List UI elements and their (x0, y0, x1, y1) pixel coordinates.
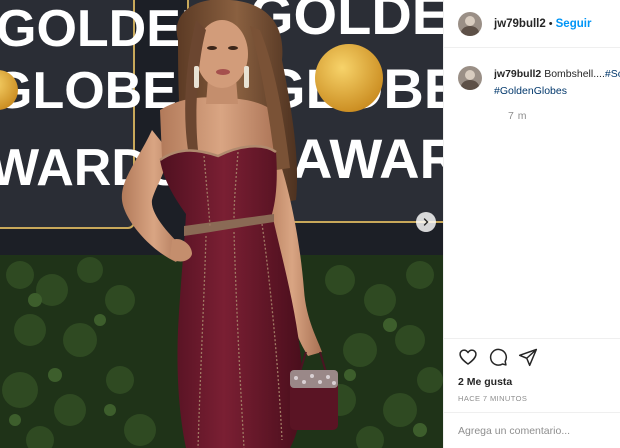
avatar[interactable] (458, 11, 482, 36)
post-side-panel: jw79bull2 • Seguir jw79bull2 Bombshell..… (443, 0, 620, 448)
heart-icon[interactable] (458, 347, 478, 367)
caption-timestamp: 7 m (508, 110, 528, 122)
caption-area: jw79bull2 Bombshell....#So #GoldenGlobes… (444, 48, 620, 338)
chevron-right-icon (423, 218, 429, 226)
share-icon[interactable] (518, 347, 538, 367)
post-time-ago: HACE 7 MINUTOS (458, 394, 528, 403)
red-carpet-photo: GOLDEN GLOBE WARDS GOLDEN GLOBE AWARDS (0, 0, 443, 448)
banner-text-left-2: GLOBE (0, 62, 177, 120)
comment-input[interactable] (458, 424, 607, 437)
action-bar: 2 Me gusta HACE 7 MINUTOS (444, 338, 620, 403)
golden-globe-logo (315, 44, 383, 112)
like-count[interactable]: 2 Me gusta (458, 376, 607, 388)
post-photo[interactable]: GOLDEN GLOBE WARDS GOLDEN GLOBE AWARDS (0, 0, 443, 448)
comment-box (444, 412, 620, 448)
hashtag-link[interactable]: #GoldenGlobes (494, 85, 567, 97)
post-header: jw79bull2 • Seguir (444, 0, 620, 48)
next-photo-button[interactable] (416, 212, 436, 232)
header-username[interactable]: jw79bull2 (494, 18, 546, 30)
hashtag-link[interactable]: #So (605, 68, 620, 80)
separator-dot: • (548, 17, 553, 30)
caption-body: Bombshell.... (544, 68, 605, 80)
caption-username[interactable]: jw79bull2 (494, 68, 541, 80)
banner-text-right-3: AWARDS (292, 127, 443, 190)
comment-icon[interactable] (488, 347, 508, 367)
caption-text: jw79bull2 Bombshell....#So #GoldenGlobes (494, 66, 620, 100)
follow-button[interactable]: Seguir (556, 18, 592, 30)
caption-avatar[interactable] (458, 66, 482, 90)
